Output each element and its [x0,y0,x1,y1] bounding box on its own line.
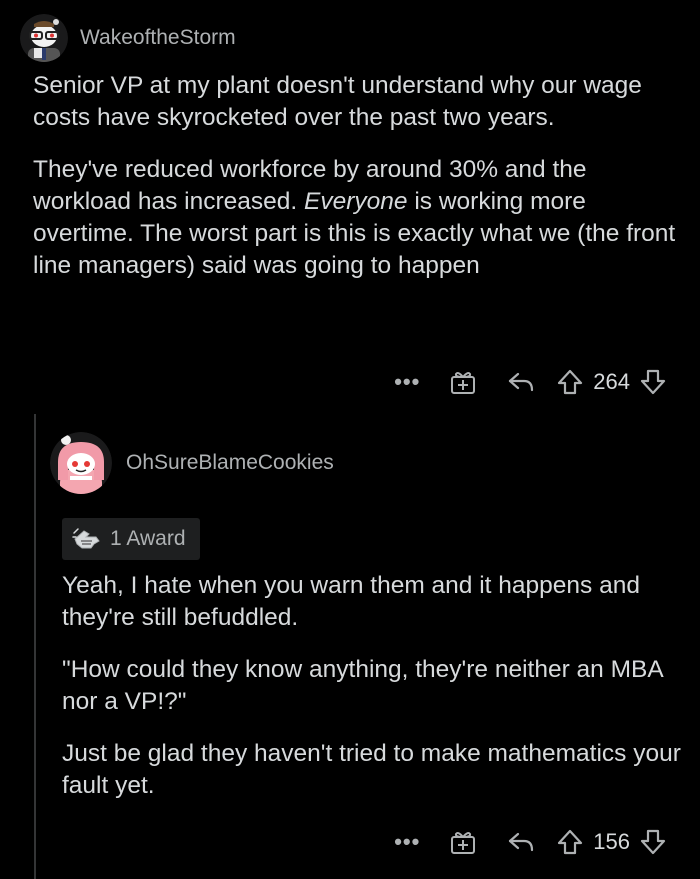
comment-paragraph: Senior VP at my plant doesn't understand… [33,72,642,131]
downvote-icon [640,829,666,855]
avatar[interactable] [20,14,68,62]
reply-button[interactable] [505,830,537,854]
more-icon: ••• [394,369,421,394]
downvote-button[interactable] [638,828,668,856]
comment-body: Yeah, I hate when you warn them and it h… [62,570,692,822]
upvote-button[interactable] [555,368,585,396]
vote-score: 264 [593,369,630,394]
award-gift-icon [451,372,476,394]
upvote-icon [558,369,583,395]
upvote-button[interactable] [555,828,585,856]
reply-button[interactable] [505,370,537,394]
reply-icon [509,832,534,852]
reply-icon [509,372,534,392]
comment-paragraph: Just be glad they haven't tried to make … [62,740,681,799]
thread-line[interactable] [34,414,36,879]
comment-author-row: WakeoftheStorm [20,14,236,62]
more-button[interactable]: ••• [389,829,425,855]
action-bar: ••• 156 [389,824,668,860]
award-icon [72,528,100,549]
more-icon: ••• [394,829,421,854]
more-button[interactable]: ••• [389,369,425,395]
comment-paragraph: "How could they know anything, they're n… [62,656,663,715]
avatar-image [50,432,112,494]
upvote-icon [558,829,583,855]
vote-score: 156 [593,829,630,854]
avatar-image [20,14,68,62]
award-gift-icon [451,832,476,854]
username[interactable]: OhSureBlameCookies [126,451,334,475]
username[interactable]: WakeoftheStorm [80,26,236,50]
award-count: 1 Award [110,527,186,550]
award-badge[interactable]: 1 Award [62,518,200,560]
avatar[interactable] [50,432,112,494]
comment-paragraph: Yeah, I hate when you warn them and it h… [62,572,640,631]
give-award-button[interactable] [447,828,479,856]
comment-body: Senior VP at my plant doesn't understand… [33,70,683,302]
give-award-button[interactable] [447,368,479,396]
action-bar: ••• 264 [389,364,668,400]
comment-paragraph: They've reduced workforce by around 30% … [33,154,683,282]
comment-author-row: OhSureBlameCookies [50,432,334,494]
downvote-icon [640,369,666,395]
emphasis-text: Everyone [304,188,408,215]
downvote-button[interactable] [638,368,668,396]
